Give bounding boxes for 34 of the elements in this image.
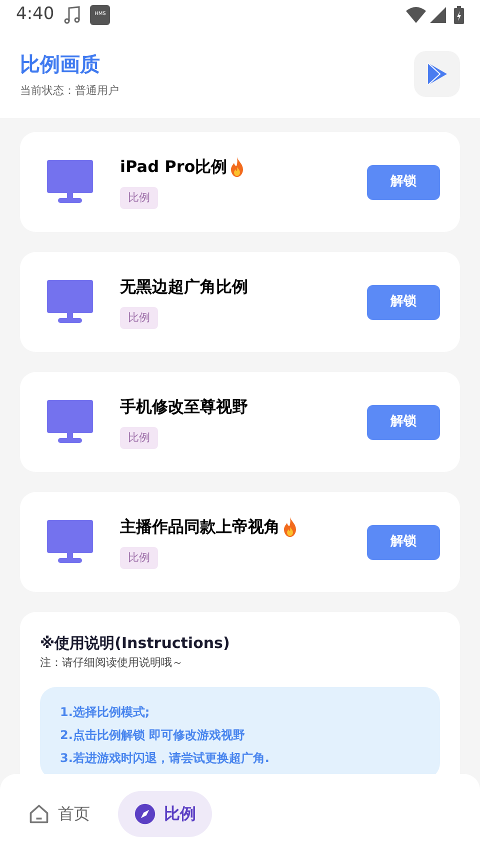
ratio-title: 无黑边超广角比例 — [120, 276, 248, 298]
ratio-title: 手机修改至尊视野 — [120, 396, 248, 418]
instruction-step: 2.点击比例解锁 即可修改游戏视野 — [60, 726, 420, 744]
monitor-icon — [47, 520, 93, 564]
unlock-button[interactable]: 解锁 — [367, 164, 440, 200]
monitor-icon — [47, 160, 93, 204]
nav-tab[interactable]: 首页 — [24, 791, 94, 837]
play-icon — [426, 62, 448, 86]
instructions-title: ※使用说明(Instructions) — [40, 633, 231, 654]
user-status: 当前状态：普通用户 — [20, 82, 120, 99]
ratio-tag: 比例 — [120, 186, 158, 210]
instruction-step: 3.若进游戏时闪退，请尝试更换超广角. — [60, 749, 420, 767]
signal-icon — [430, 7, 446, 23]
status-time: 4:40 — [16, 3, 54, 26]
music-note-icon — [62, 5, 82, 25]
compass-icon — [134, 803, 156, 825]
wifi-icon — [406, 7, 426, 23]
home-icon — [28, 803, 50, 825]
ratio-title: 主播作品同款上帝视角 — [120, 516, 280, 538]
ratio-title: iPad Pro比例 — [120, 156, 228, 178]
instruction-step: 1.选择比例模式; — [60, 703, 420, 721]
instructions-note: 注：请仔细阅读使用说明哦～ — [40, 654, 184, 670]
ratio-tag: 比例 — [120, 306, 158, 330]
monitor-icon — [47, 400, 93, 444]
page-title: 比例画质 — [20, 50, 101, 78]
unlock-button[interactable]: 解锁 — [367, 524, 440, 560]
battery-icon — [454, 6, 464, 24]
unlock-button[interactable]: 解锁 — [367, 284, 440, 320]
nav-tab[interactable]: 比例 — [118, 791, 212, 837]
monitor-icon — [47, 280, 93, 324]
ratio-tag: 比例 — [120, 546, 158, 570]
play-button[interactable] — [414, 51, 460, 97]
unlock-button[interactable]: 解锁 — [367, 404, 440, 440]
ratio-tag: 比例 — [120, 426, 158, 450]
